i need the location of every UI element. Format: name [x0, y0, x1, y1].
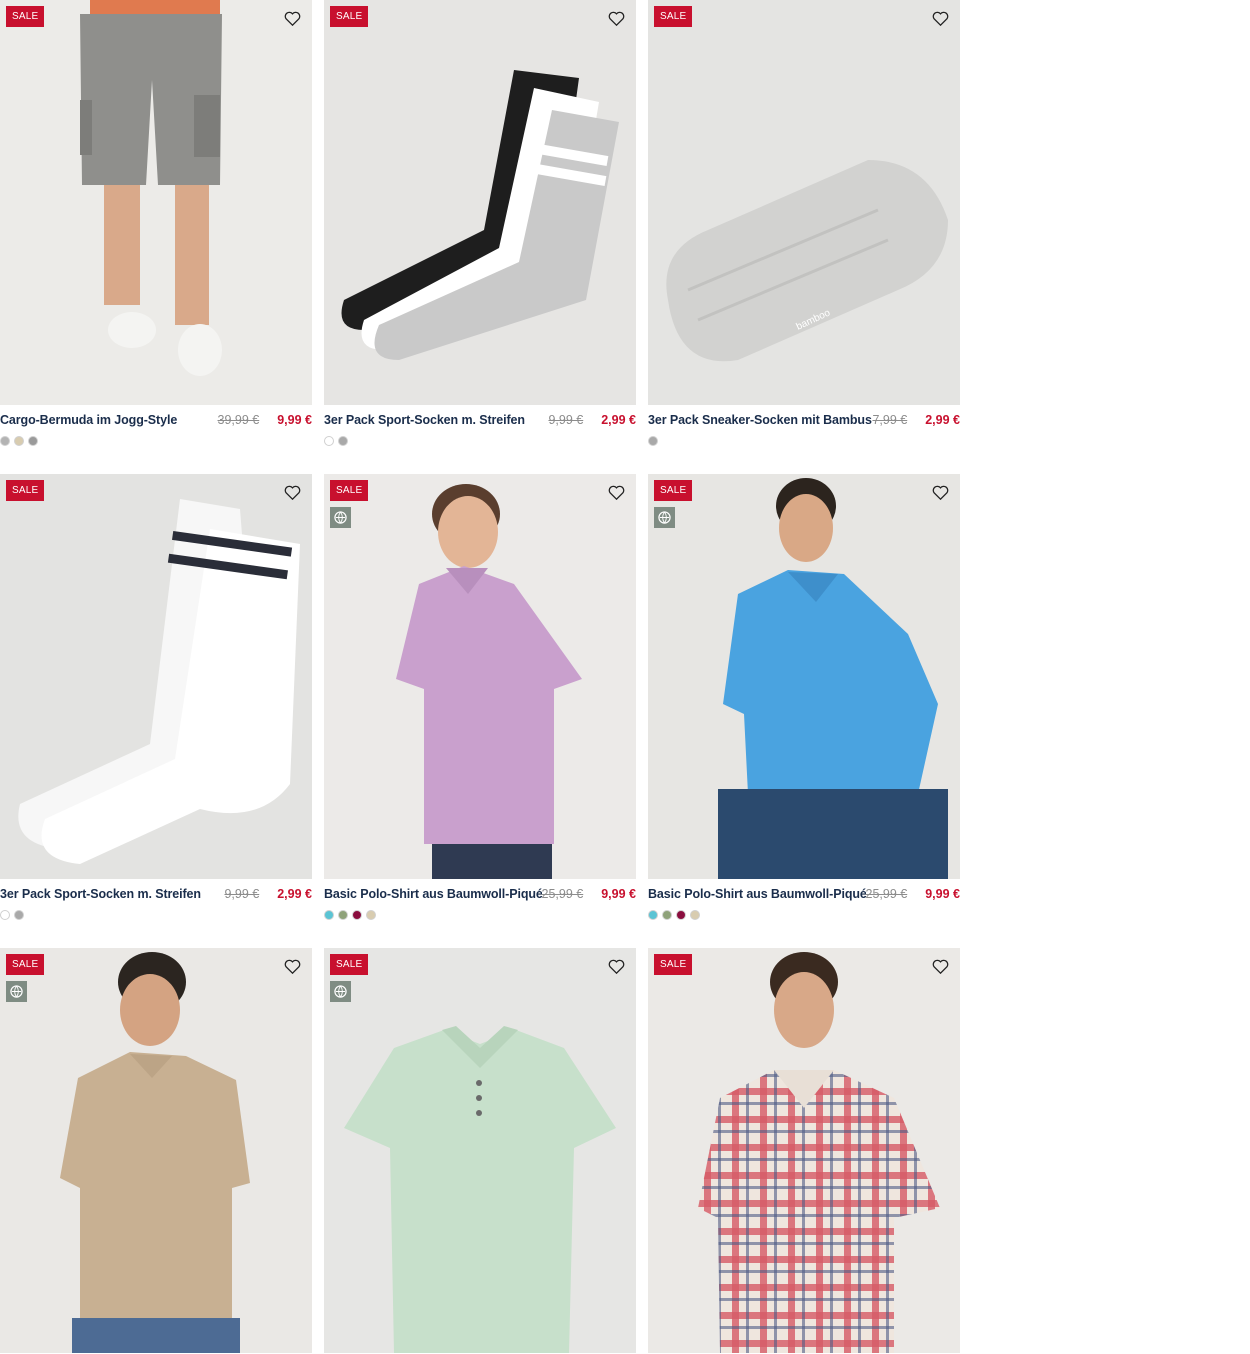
- color-swatches: [648, 910, 960, 920]
- product-card[interactable]: SALE Basic Polo-Shirt aus Baumwoll-Piqué…: [648, 474, 960, 920]
- sale-badge: SALE: [654, 480, 693, 501]
- color-swatch[interactable]: [28, 436, 38, 446]
- product-card[interactable]: SALE 3er Pack Sport-Socken m. Streifen 9…: [324, 0, 636, 446]
- original-price: 25,99 €: [541, 887, 584, 901]
- color-swatch[interactable]: [690, 910, 700, 920]
- color-swatches: [648, 436, 960, 446]
- white-sport-socks-illustration: [0, 474, 312, 879]
- color-swatches: [0, 910, 312, 920]
- heart-outline-icon[interactable]: [606, 483, 626, 501]
- beige-polo-illustration: [0, 948, 312, 1353]
- color-swatch[interactable]: [0, 436, 10, 446]
- heart-outline-icon[interactable]: [606, 957, 626, 975]
- product-image[interactable]: SALE: [0, 474, 312, 879]
- product-card[interactable]: SALE Basic Polo-Shirt aus Baumwoll-Piqué…: [324, 474, 636, 920]
- color-swatch[interactable]: [648, 910, 658, 920]
- product-name[interactable]: Cargo-Bermuda im Jogg-Style: [0, 413, 218, 427]
- original-price: 39,99 €: [217, 413, 260, 427]
- color-swatch[interactable]: [662, 910, 672, 920]
- heart-outline-icon[interactable]: [606, 9, 626, 27]
- color-swatches: [0, 436, 312, 446]
- color-swatch[interactable]: [338, 910, 348, 920]
- heart-outline-icon[interactable]: [282, 957, 302, 975]
- color-swatch[interactable]: [324, 910, 334, 920]
- sale-badge: SALE: [654, 6, 693, 27]
- globe-icon: [330, 981, 351, 1002]
- product-image[interactable]: SALE: [324, 474, 636, 879]
- color-swatch[interactable]: [14, 436, 24, 446]
- heart-outline-icon[interactable]: [282, 483, 302, 501]
- original-price: 9,99 €: [548, 413, 584, 427]
- heart-outline-icon[interactable]: [930, 9, 950, 27]
- color-swatch[interactable]: [0, 910, 10, 920]
- heart-outline-icon[interactable]: [282, 9, 302, 27]
- heart-outline-icon[interactable]: [930, 483, 950, 501]
- product-image[interactable]: SALE: [324, 0, 636, 405]
- color-swatch[interactable]: [648, 436, 658, 446]
- sale-badge: SALE: [6, 480, 45, 501]
- color-swatch[interactable]: [676, 910, 686, 920]
- product-image[interactable]: SALE: [0, 948, 312, 1353]
- product-image[interactable]: SALE: [648, 948, 960, 1353]
- sale-badge: SALE: [6, 954, 45, 975]
- sale-price: 2,99 €: [601, 413, 636, 427]
- product-card[interactable]: SALE Cargo-Bermuda im Jogg-Style 39,99 €…: [0, 0, 312, 446]
- color-swatches: [324, 910, 636, 920]
- product-image[interactable]: SALE: [324, 948, 636, 1353]
- globe-icon: [6, 981, 27, 1002]
- blue-polo-illustration: [648, 474, 960, 879]
- product-name[interactable]: Basic Polo-Shirt aus Baumwoll-Piqué: [324, 887, 542, 901]
- product-card[interactable]: bamboo SALE 3er Pack Sneaker-Socken mit …: [648, 0, 960, 446]
- color-swatches: [324, 436, 636, 446]
- original-price: 9,99 €: [224, 887, 260, 901]
- globe-icon: [330, 507, 351, 528]
- plaid-shirt-illustration: [648, 948, 960, 1353]
- color-swatch[interactable]: [352, 910, 362, 920]
- sneaker-socks-illustration: bamboo: [648, 0, 960, 405]
- original-price: 7,99 €: [872, 413, 908, 427]
- product-card[interactable]: SALE: [648, 948, 960, 1353]
- product-image[interactable]: SALE: [0, 0, 312, 405]
- heart-outline-icon[interactable]: [930, 957, 950, 975]
- color-swatch[interactable]: [324, 436, 334, 446]
- product-name[interactable]: 3er Pack Sneaker-Socken mit Bambus: [648, 413, 872, 427]
- sale-badge: SALE: [654, 954, 693, 975]
- sale-price: 9,99 €: [601, 887, 636, 901]
- sale-price: 9,99 €: [925, 887, 960, 901]
- lilac-polo-illustration: [324, 474, 636, 879]
- globe-icon: [654, 507, 675, 528]
- sale-badge: SALE: [330, 480, 369, 501]
- original-price: 25,99 €: [865, 887, 908, 901]
- product-name[interactable]: Basic Polo-Shirt aus Baumwoll-Piqué: [648, 887, 866, 901]
- cargo-shorts-illustration: [0, 0, 312, 405]
- product-card[interactable]: SALE: [324, 948, 636, 1353]
- product-name[interactable]: 3er Pack Sport-Socken m. Streifen: [0, 887, 224, 901]
- product-image[interactable]: SALE: [648, 474, 960, 879]
- sale-price: 2,99 €: [277, 887, 312, 901]
- color-swatch[interactable]: [338, 436, 348, 446]
- color-swatch[interactable]: [14, 910, 24, 920]
- product-card[interactable]: SALE: [0, 948, 312, 1353]
- product-card[interactable]: SALE 3er Pack Sport-Socken m. Streifen 9…: [0, 474, 312, 920]
- mint-polo-illustration: [324, 948, 636, 1353]
- product-name[interactable]: 3er Pack Sport-Socken m. Streifen: [324, 413, 548, 427]
- sale-badge: SALE: [330, 954, 369, 975]
- color-swatch[interactable]: [366, 910, 376, 920]
- sale-badge: SALE: [330, 6, 369, 27]
- sale-price: 2,99 €: [925, 413, 960, 427]
- sport-socks-illustration: [324, 0, 636, 405]
- product-image[interactable]: bamboo SALE: [648, 0, 960, 405]
- sale-badge: SALE: [6, 6, 45, 27]
- sale-price: 9,99 €: [277, 413, 312, 427]
